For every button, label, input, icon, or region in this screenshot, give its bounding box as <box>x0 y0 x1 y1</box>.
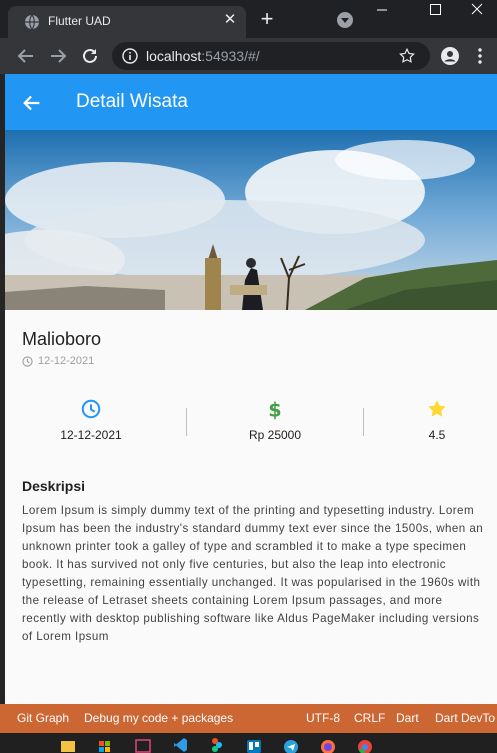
flutter-app: Detail Wisata Malioboro 12-12-2021 12-12… <box>5 74 497 704</box>
profile-icon[interactable] <box>440 46 460 66</box>
page-title: Detail Wisata <box>76 91 188 112</box>
chrome-icon[interactable] <box>357 737 373 753</box>
description-title: Deskripsi <box>22 478 86 494</box>
place-name: Malioboro <box>22 329 102 349</box>
bookmark-star-icon[interactable] <box>398 47 416 65</box>
description-text: Lorem Ipsum is simply dummy text of the … <box>22 504 484 643</box>
svg-text:$: $ <box>268 398 281 420</box>
os-taskbar <box>0 733 497 753</box>
reload-icon[interactable] <box>80 46 100 66</box>
back-nav-icon[interactable] <box>16 46 36 66</box>
place-date: 12-12-2021 <box>38 355 95 367</box>
eol-status[interactable]: CRLF <box>354 711 385 725</box>
browser-tab[interactable]: Flutter UAD ✕ <box>8 6 246 38</box>
place-photo <box>5 130 497 310</box>
info-date: 12-12-2021 <box>11 398 171 442</box>
arrow-back-icon[interactable] <box>21 92 43 114</box>
divider <box>186 408 187 436</box>
tab-search-icon[interactable] <box>336 11 354 29</box>
telegram-icon[interactable] <box>283 737 299 753</box>
tab-close-button[interactable]: ✕ <box>222 12 238 28</box>
app-icon[interactable] <box>135 737 151 753</box>
browser-toolbar: localhost:54933/#/ <box>0 38 497 74</box>
maximize-icon[interactable] <box>415 0 455 30</box>
new-tab-button[interactable]: + <box>257 8 277 30</box>
language-status[interactable]: Dart <box>396 711 419 725</box>
menu-kebab-icon[interactable] <box>470 46 490 66</box>
info-price: $ Rp 25000 <box>195 398 355 442</box>
dollar-icon: $ <box>268 398 281 420</box>
clock-icon <box>81 399 101 419</box>
address-bar[interactable]: localhost:54933/#/ <box>112 42 430 70</box>
trello-icon[interactable] <box>246 737 262 753</box>
debug-status[interactable]: Debug my code + packages <box>84 711 233 725</box>
ide-status-bar: Git Graph Debug my code + packages UTF-8… <box>0 704 497 733</box>
clock-small-icon <box>22 356 33 367</box>
info-price-text: Rp 25000 <box>248 428 302 442</box>
url-text: localhost:54933/#/ <box>146 48 260 64</box>
browser-tab-strip: Flutter UAD ✕ + <box>0 0 497 38</box>
firefox-icon[interactable] <box>320 737 336 753</box>
vscode-icon[interactable] <box>172 737 188 753</box>
info-icon[interactable] <box>122 48 138 64</box>
store-icon[interactable] <box>97 737 113 753</box>
forward-nav-icon[interactable] <box>48 46 68 66</box>
figma-icon[interactable] <box>209 737 225 753</box>
encoding-status[interactable]: UTF-8 <box>306 711 340 725</box>
git-graph-status[interactable]: Git Graph <box>17 711 69 725</box>
globe-icon <box>25 14 39 30</box>
info-date-text: 12-12-2021 <box>60 428 122 442</box>
app-bar: Detail Wisata <box>5 74 497 130</box>
info-rating: 4.5 <box>357 398 497 442</box>
tab-title: Flutter UAD <box>48 14 111 28</box>
devtools-status[interactable]: Dart DevTo <box>435 711 495 725</box>
star-icon <box>428 400 446 417</box>
file-explorer-icon[interactable] <box>60 737 76 753</box>
minimize-icon[interactable] <box>362 0 402 30</box>
info-rating-text: 4.5 <box>428 428 446 442</box>
close-window-icon[interactable] <box>457 0 497 30</box>
